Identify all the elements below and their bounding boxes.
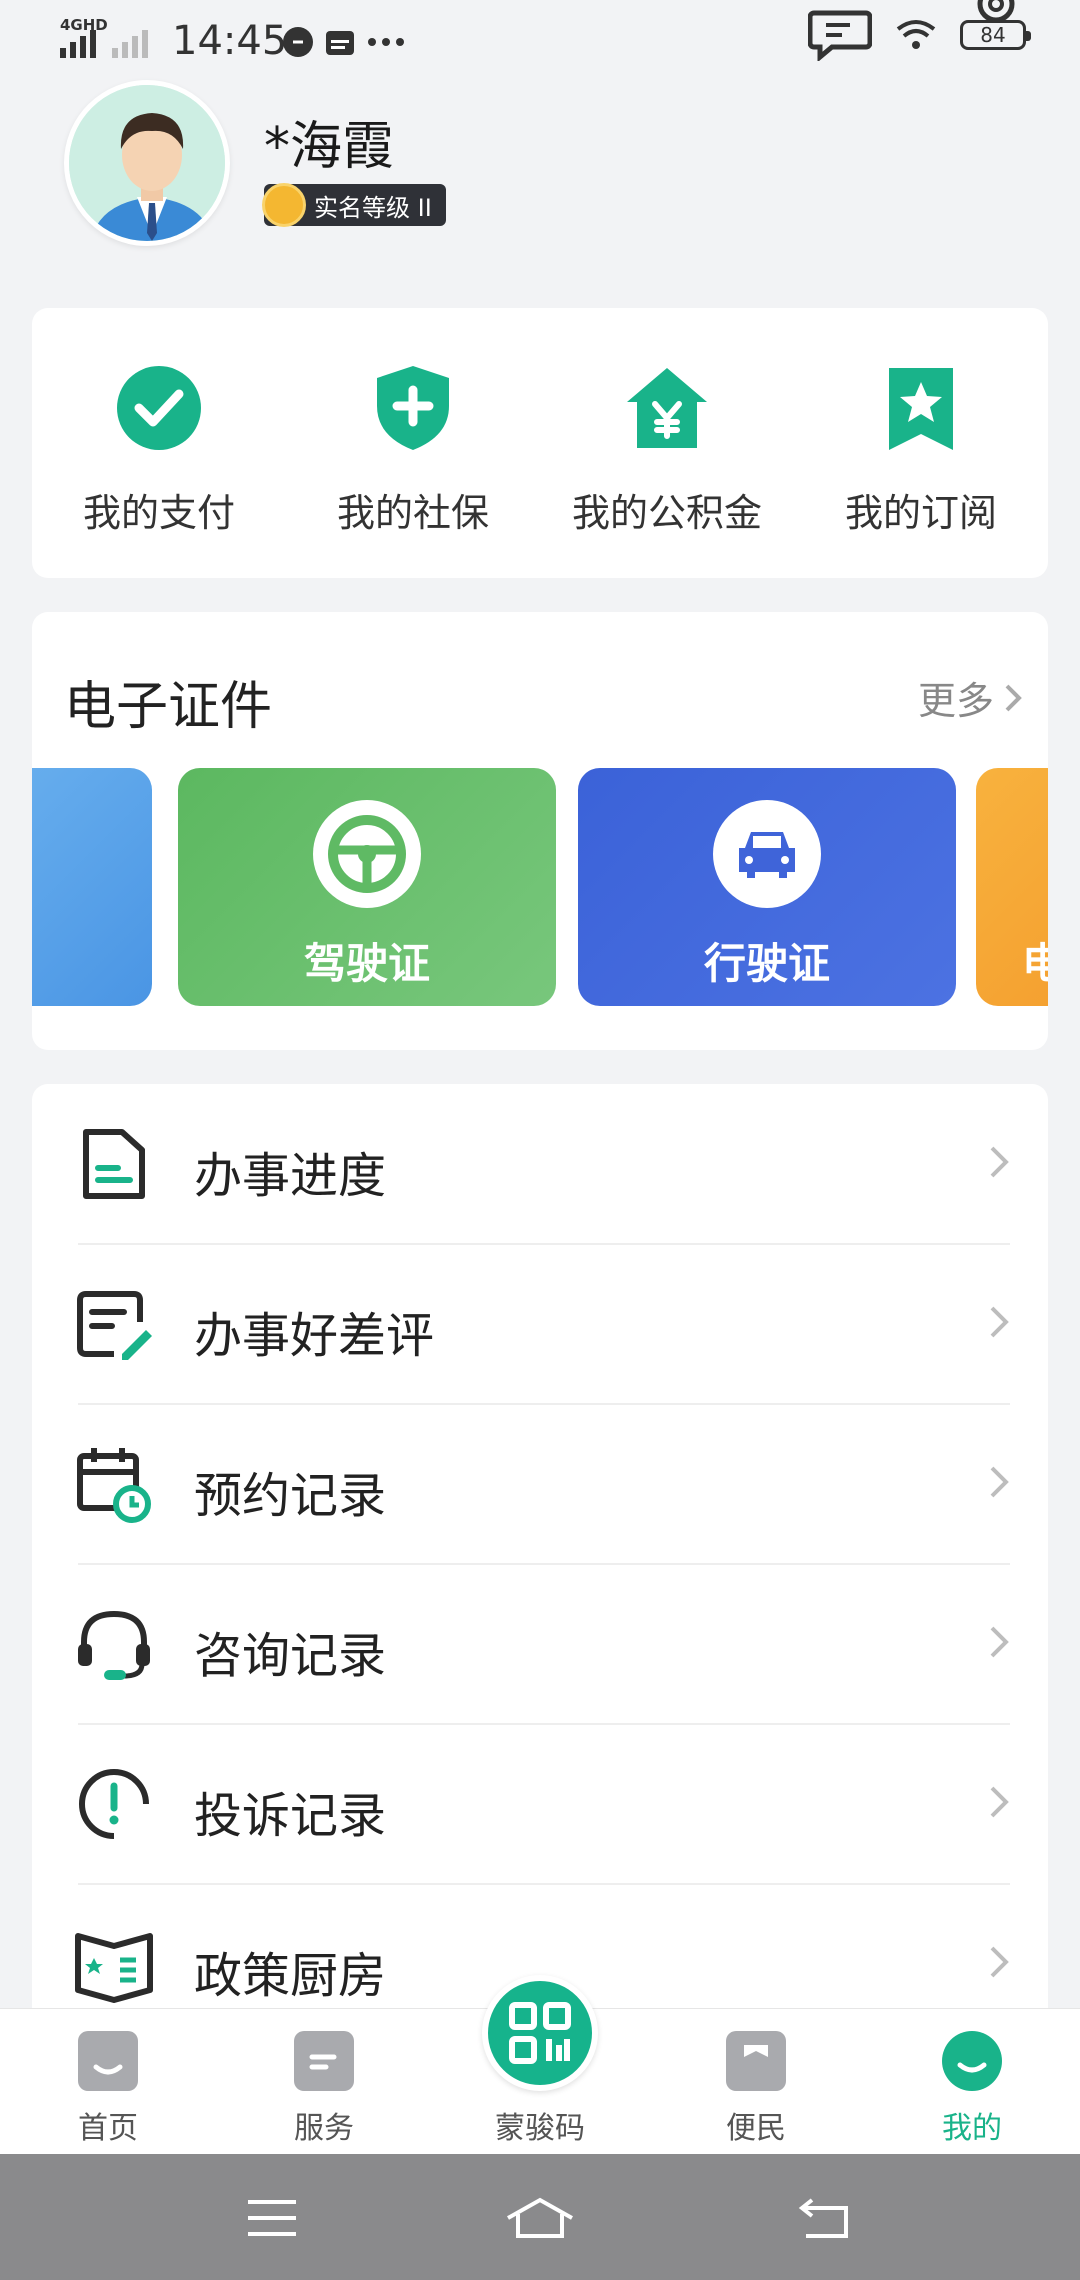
car-icon xyxy=(713,800,821,908)
tab-services[interactable]: 服务 xyxy=(224,2009,424,2155)
notification-icons xyxy=(282,22,406,62)
exclamation-circle-icon xyxy=(79,1769,149,1839)
chevron-right-icon xyxy=(990,1146,1009,1178)
avatar[interactable] xyxy=(64,80,230,246)
quick-action-housing-fund[interactable]: 我的公积金 xyxy=(540,308,794,578)
chevron-right-icon xyxy=(990,1626,1009,1658)
verify-badge[interactable]: 实名等级 II xyxy=(262,183,446,227)
menu-item-consultation[interactable]: 咨询记录 xyxy=(32,1564,1048,1724)
quick-action-label: 我的支付 xyxy=(82,491,235,535)
certificate-tile-partial[interactable]: 电 xyxy=(976,768,1048,1006)
quick-action-payment[interactable]: 我的支付 xyxy=(32,308,286,578)
menu-lines-icon[interactable] xyxy=(244,2194,300,2242)
qr-code-icon xyxy=(509,2002,571,2064)
tab-label: 蒙骏码 xyxy=(495,2111,585,2146)
tab-convenience[interactable]: 便民 xyxy=(656,2009,856,2155)
house-yen-icon xyxy=(627,368,707,448)
menu-item-label: 政策厨房 xyxy=(194,1948,387,2004)
certificates-card: 电子证件 更多 卡 驾驶证 行驶证 电 xyxy=(32,612,1048,1050)
quick-action-social-security[interactable]: 我的社保 xyxy=(286,308,540,578)
qr-code-button[interactable] xyxy=(482,1975,598,2091)
message-icon[interactable] xyxy=(808,9,872,61)
menu-item-appointment[interactable]: 预约记录 xyxy=(32,1404,1048,1564)
quick-action-subscription[interactable]: 我的订阅 xyxy=(794,308,1048,578)
home-nav-icon[interactable] xyxy=(504,2194,576,2242)
document-progress-icon xyxy=(83,1129,145,1199)
menu-item-label: 办事好差评 xyxy=(194,1308,435,1364)
menu-item-label: 投诉记录 xyxy=(194,1788,387,1844)
menu-item-label: 预约记录 xyxy=(194,1468,387,1524)
tab-label: 首页 xyxy=(78,2111,138,2146)
quick-actions-card: 我的支付 我的社保 我的公积金 我的订阅 xyxy=(32,308,1048,578)
more-label: 更多 xyxy=(917,679,994,723)
certificate-tile-driving-license[interactable]: 驾驶证 xyxy=(178,768,556,1006)
status-bar: 4GHD 14:45 84 xyxy=(0,0,1080,80)
tab-label: 我的 xyxy=(942,2111,1002,2146)
tab-home[interactable]: 首页 xyxy=(8,2009,208,2155)
certificate-label: 行驶证 xyxy=(703,939,830,988)
user-avatar-icon xyxy=(69,85,225,241)
bookmark-icon xyxy=(726,2031,786,2091)
quick-action-label: 我的公积金 xyxy=(571,491,762,535)
steering-wheel-icon xyxy=(313,800,421,908)
menu-item-review[interactable]: 办事好差评 xyxy=(32,1244,1048,1404)
chevron-right-icon xyxy=(990,1946,1009,1978)
records-menu-card: 办事进度 办事好差评 预约记录 咨询记录 投诉记录 政策厨房 xyxy=(32,1084,1048,2084)
certificate-label: 驾驶证 xyxy=(303,939,430,988)
certificates-more-link[interactable]: 更多 xyxy=(918,670,1022,725)
services-icon xyxy=(294,2031,354,2091)
shield-plus-icon xyxy=(377,366,449,450)
tab-label: 便民 xyxy=(726,2111,786,2146)
settings-gear-icon[interactable] xyxy=(966,0,1026,26)
certificate-tile-vehicle-license[interactable]: 行驶证 xyxy=(578,768,956,1006)
profile-smile-icon xyxy=(942,2031,1002,2091)
wifi-icon xyxy=(896,20,936,49)
menu-item-label: 咨询记录 xyxy=(194,1628,387,1684)
certificates-carousel[interactable]: 卡 驾驶证 行驶证 电 xyxy=(32,768,1048,1006)
chevron-right-icon xyxy=(1005,684,1022,711)
back-icon[interactable] xyxy=(796,2194,852,2242)
clock: 14:45 xyxy=(172,18,288,64)
home-icon xyxy=(78,2031,138,2091)
review-edit-icon xyxy=(77,1291,152,1360)
quick-action-label: 我的订阅 xyxy=(844,491,997,535)
menu-item-complaint[interactable]: 投诉记录 xyxy=(32,1724,1048,1884)
chevron-right-icon xyxy=(990,1466,1009,1498)
certificate-tile-card[interactable]: 卡 xyxy=(32,768,152,1006)
policy-book-icon xyxy=(75,1933,153,2003)
calendar-clock-icon xyxy=(77,1448,151,1523)
verify-badge-label: 实名等级 II xyxy=(314,193,432,222)
system-navigation-bar xyxy=(0,2154,1080,2280)
tab-label: 服务 xyxy=(294,2111,354,2146)
calendar-icon xyxy=(326,31,354,55)
user-verified-icon xyxy=(262,183,306,227)
chevron-right-icon xyxy=(990,1786,1009,1818)
headset-icon xyxy=(78,1610,150,1680)
chevron-right-icon xyxy=(990,1306,1009,1338)
quick-action-label: 我的社保 xyxy=(336,491,489,535)
certificates-title: 电子证件 xyxy=(64,677,273,737)
voice-icon xyxy=(283,27,313,57)
menu-item-label: 办事进度 xyxy=(194,1148,387,1204)
tab-mine[interactable]: 我的 xyxy=(872,2009,1072,2155)
bookmark-star-icon xyxy=(889,368,953,450)
check-circle-icon xyxy=(117,366,201,450)
menu-item-progress[interactable]: 办事进度 xyxy=(32,1084,1048,1244)
more-dots-icon xyxy=(368,38,404,46)
certificate-label: 卡 xyxy=(32,930,152,991)
signal-icon xyxy=(60,30,148,58)
user-name: *海霞 xyxy=(264,117,395,177)
certificate-label: 电 xyxy=(1022,939,1048,988)
